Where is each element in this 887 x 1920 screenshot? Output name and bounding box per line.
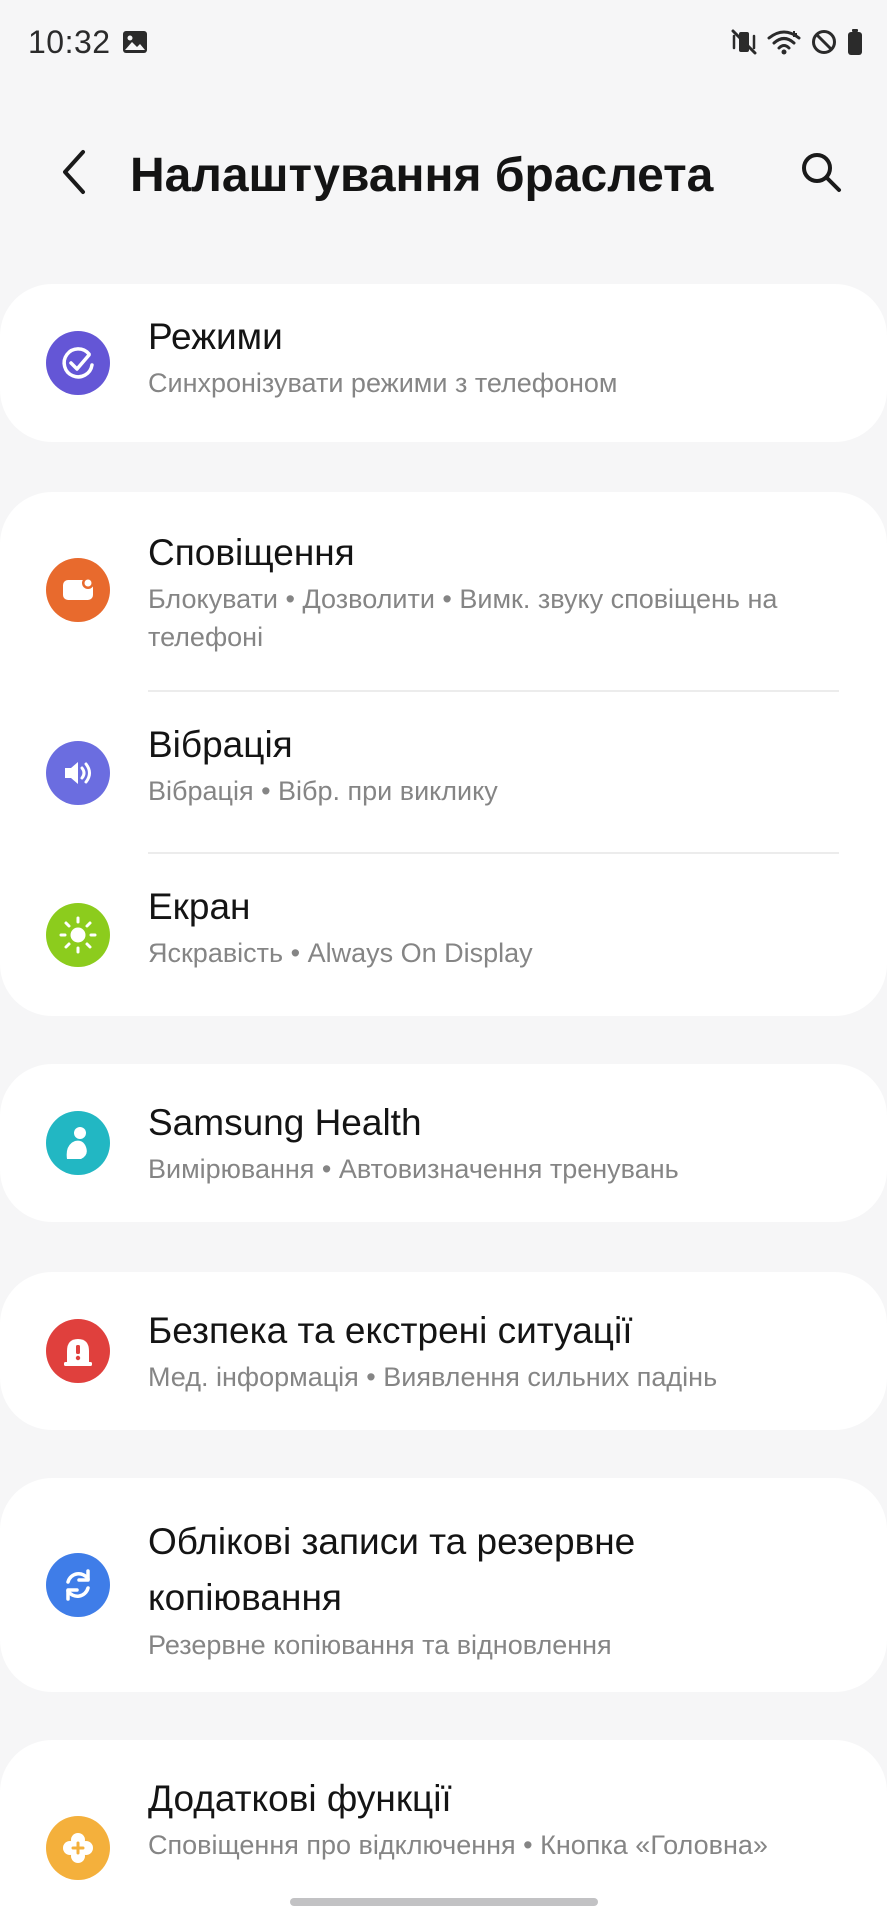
status-bar: 10:32 (0, 0, 887, 86)
status-time: 10:32 (28, 24, 111, 60)
speaker-icon (46, 741, 110, 805)
search-icon (799, 150, 843, 199)
search-button[interactable] (791, 144, 851, 204)
page-title: Налаштування браслета (130, 149, 714, 202)
setting-title: Samsung Health (148, 1102, 422, 1143)
setting-subtitle: Синхронізувати режими з телефоном (148, 368, 618, 398)
setting-title: Режими (148, 316, 283, 357)
plus-flower-icon (46, 1816, 110, 1880)
setting-subtitle: Блокувати • Дозволити • Вимк. звуку спов… (148, 584, 778, 652)
setting-item-samsung-health[interactable]: Samsung Health Вимірювання • Автовизначе… (0, 1064, 887, 1222)
setting-item-vibration[interactable]: Вібрація Вібрація • Вібр. при виклику (0, 692, 887, 854)
settings-card-device: Сповіщення Блокувати • Дозволити • Вимк.… (0, 492, 887, 1016)
status-icons (731, 26, 863, 58)
health-person-icon (46, 1111, 110, 1175)
modes-check-icon (46, 331, 110, 395)
do-not-disturb-icon (811, 29, 837, 55)
setting-subtitle: Сповіщення про відключення • Кнопка «Гол… (148, 1830, 768, 1860)
setting-title: Додаткові функції (148, 1778, 452, 1819)
setting-subtitle: Вібрація • Вібр. при виклику (148, 776, 498, 806)
setting-item-advanced-features[interactable]: Додаткові функції Сповіщення про відключ… (0, 1740, 887, 1920)
back-button[interactable] (44, 144, 104, 204)
notification-icon (46, 558, 110, 622)
settings-card-advanced: Додаткові функції Сповіщення про відключ… (0, 1740, 887, 1920)
setting-title: Вібрація (148, 724, 293, 765)
home-indicator[interactable] (290, 1898, 598, 1906)
settings-card-safety: Безпека та екстрені ситуації Мед. інформ… (0, 1272, 887, 1430)
gallery-icon (122, 30, 148, 54)
app-header: Налаштування браслета (0, 120, 887, 230)
setting-title: Облікові записи та резервне копіювання (148, 1521, 636, 1618)
sync-icon (46, 1553, 110, 1617)
settings-card-modes: Режими Синхронізувати режими з телефоном (0, 284, 887, 442)
settings-card-health: Samsung Health Вимірювання • Автовизначе… (0, 1064, 887, 1222)
setting-item-safety[interactable]: Безпека та екстрені ситуації Мед. інформ… (0, 1272, 887, 1430)
setting-subtitle: Резервне копіювання та відновлення (148, 1630, 612, 1660)
wifi-icon (767, 28, 801, 56)
chevron-left-icon (59, 149, 89, 200)
battery-icon (847, 28, 863, 56)
setting-item-notifications[interactable]: Сповіщення Блокувати • Дозволити • Вимк.… (0, 492, 887, 692)
settings-card-accounts: Облікові записи та резервне копіювання Р… (0, 1478, 887, 1692)
setting-title: Екран (148, 886, 251, 927)
setting-item-accounts-backup[interactable]: Облікові записи та резервне копіювання Р… (0, 1478, 887, 1692)
sun-icon (46, 903, 110, 967)
setting-title: Сповіщення (148, 532, 355, 573)
setting-subtitle: Яскравість • Always On Display (148, 938, 533, 968)
setting-title: Безпека та екстрені ситуації (148, 1310, 633, 1351)
setting-subtitle: Вимірювання • Автовизначення тренувань (148, 1154, 679, 1184)
vibrate-mute-icon (731, 28, 757, 56)
alert-icon (46, 1319, 110, 1383)
setting-item-modes[interactable]: Режими Синхронізувати режими з телефоном (0, 284, 887, 442)
setting-item-screen[interactable]: Екран Яскравість • Always On Display (0, 854, 887, 1016)
setting-subtitle: Мед. інформація • Виявлення сильних паді… (148, 1362, 718, 1392)
